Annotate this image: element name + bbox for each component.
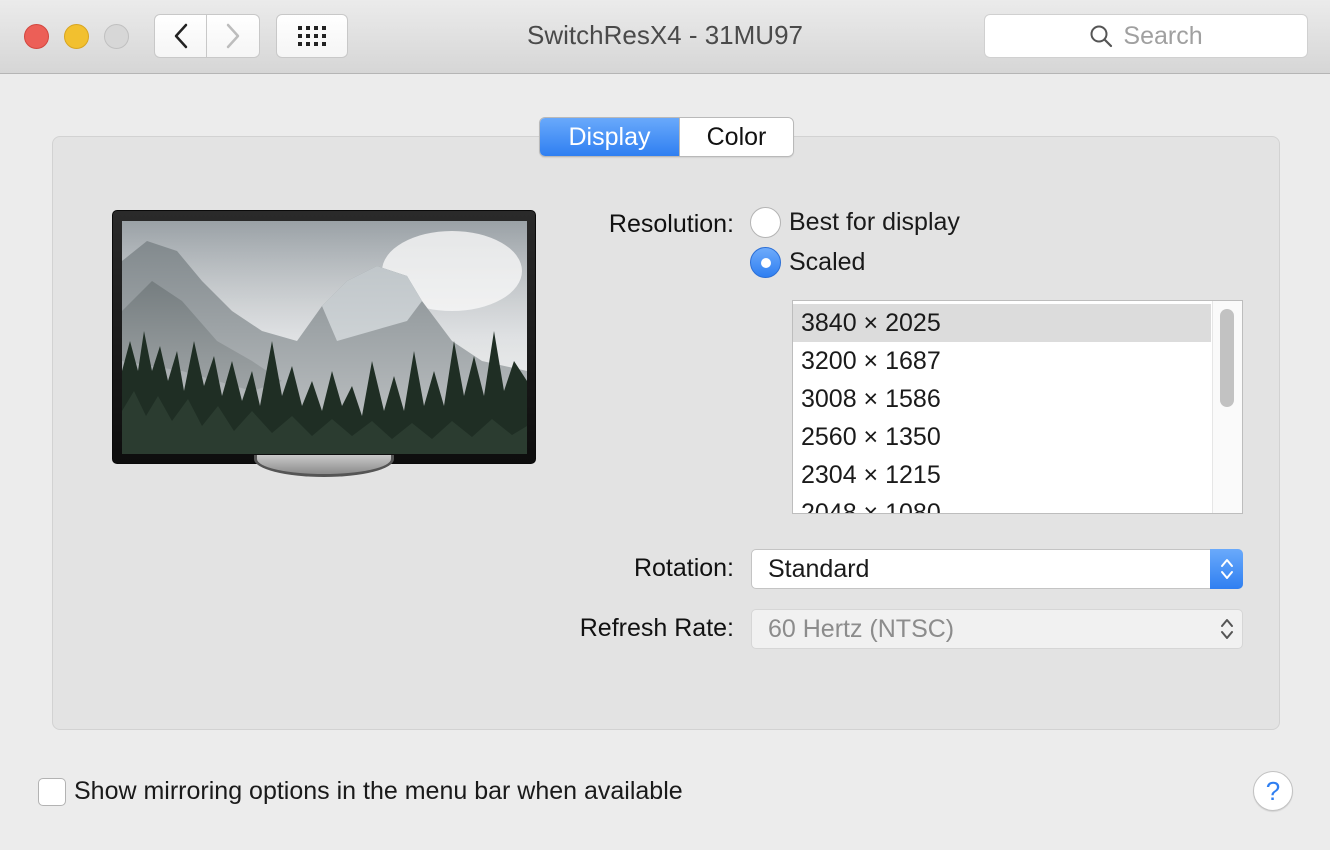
wallpaper-image [122, 221, 527, 454]
scrollbar-track[interactable] [1212, 301, 1242, 513]
mirroring-checkbox[interactable] [38, 777, 66, 806]
radio-label: Scaled [789, 248, 866, 276]
search-placeholder: Search [1123, 21, 1203, 50]
refresh-rate-label: Refresh Rate: [579, 614, 734, 642]
show-all-button[interactable] [276, 14, 348, 58]
up-down-chevron-icon [1220, 619, 1233, 639]
close-window-button[interactable] [24, 24, 49, 49]
zoom-window-button[interactable] [104, 24, 129, 49]
list-item-selected[interactable]: 3840 × 2025 [793, 304, 1211, 342]
list-item[interactable]: 2304 × 1215 [793, 456, 1211, 494]
resolution-list[interactable]: 3840 × 2025 3200 × 1687 3008 × 1586 2560… [792, 300, 1243, 514]
search-field[interactable]: Search [984, 14, 1308, 58]
scrollbar-thumb[interactable] [1220, 309, 1234, 407]
radio-best-for-display[interactable]: Best for display [750, 207, 960, 238]
minimize-window-button[interactable] [64, 24, 89, 49]
mirroring-label: Show mirroring options in the menu bar w… [74, 777, 683, 805]
list-item[interactable]: 2048 × 1080 [793, 494, 1211, 514]
radio-button[interactable] [750, 207, 781, 238]
search-icon [1090, 25, 1113, 48]
list-item[interactable]: 3008 × 1586 [793, 380, 1211, 418]
popup-arrows [1210, 549, 1243, 589]
tab-bar: Display Color [539, 117, 794, 157]
resolution-label: Resolution: [608, 210, 734, 238]
chevron-right-icon [226, 23, 240, 49]
monitor-image [112, 210, 536, 464]
radio-label: Best for display [789, 208, 960, 236]
tab-color[interactable]: Color [679, 118, 793, 156]
grid-icon [298, 26, 326, 46]
up-down-chevron-icon [1220, 559, 1233, 579]
radio-scaled[interactable]: Scaled [750, 247, 865, 278]
mirroring-option[interactable]: Show mirroring options in the menu bar w… [38, 777, 683, 806]
tab-display[interactable]: Display [540, 118, 679, 156]
radio-button-selected[interactable] [750, 247, 781, 278]
help-button[interactable]: ? [1253, 771, 1293, 811]
rotation-popup[interactable]: Standard [751, 549, 1243, 589]
list-item[interactable]: 3200 × 1687 [793, 342, 1211, 380]
title-bar: SwitchResX4 - 31MU97 Search [0, 0, 1330, 74]
back-button[interactable] [154, 14, 207, 58]
chevron-left-icon [174, 23, 187, 49]
rotation-label: Rotation: [633, 554, 734, 582]
refresh-rate-value: 60 Hertz (NTSC) [768, 614, 955, 643]
list-item[interactable]: 2560 × 1350 [793, 418, 1211, 456]
refresh-rate-popup[interactable]: 60 Hertz (NTSC) [751, 609, 1243, 649]
forward-button[interactable] [207, 14, 260, 58]
popup-arrows [1210, 609, 1243, 649]
rotation-value: Standard [768, 554, 870, 583]
